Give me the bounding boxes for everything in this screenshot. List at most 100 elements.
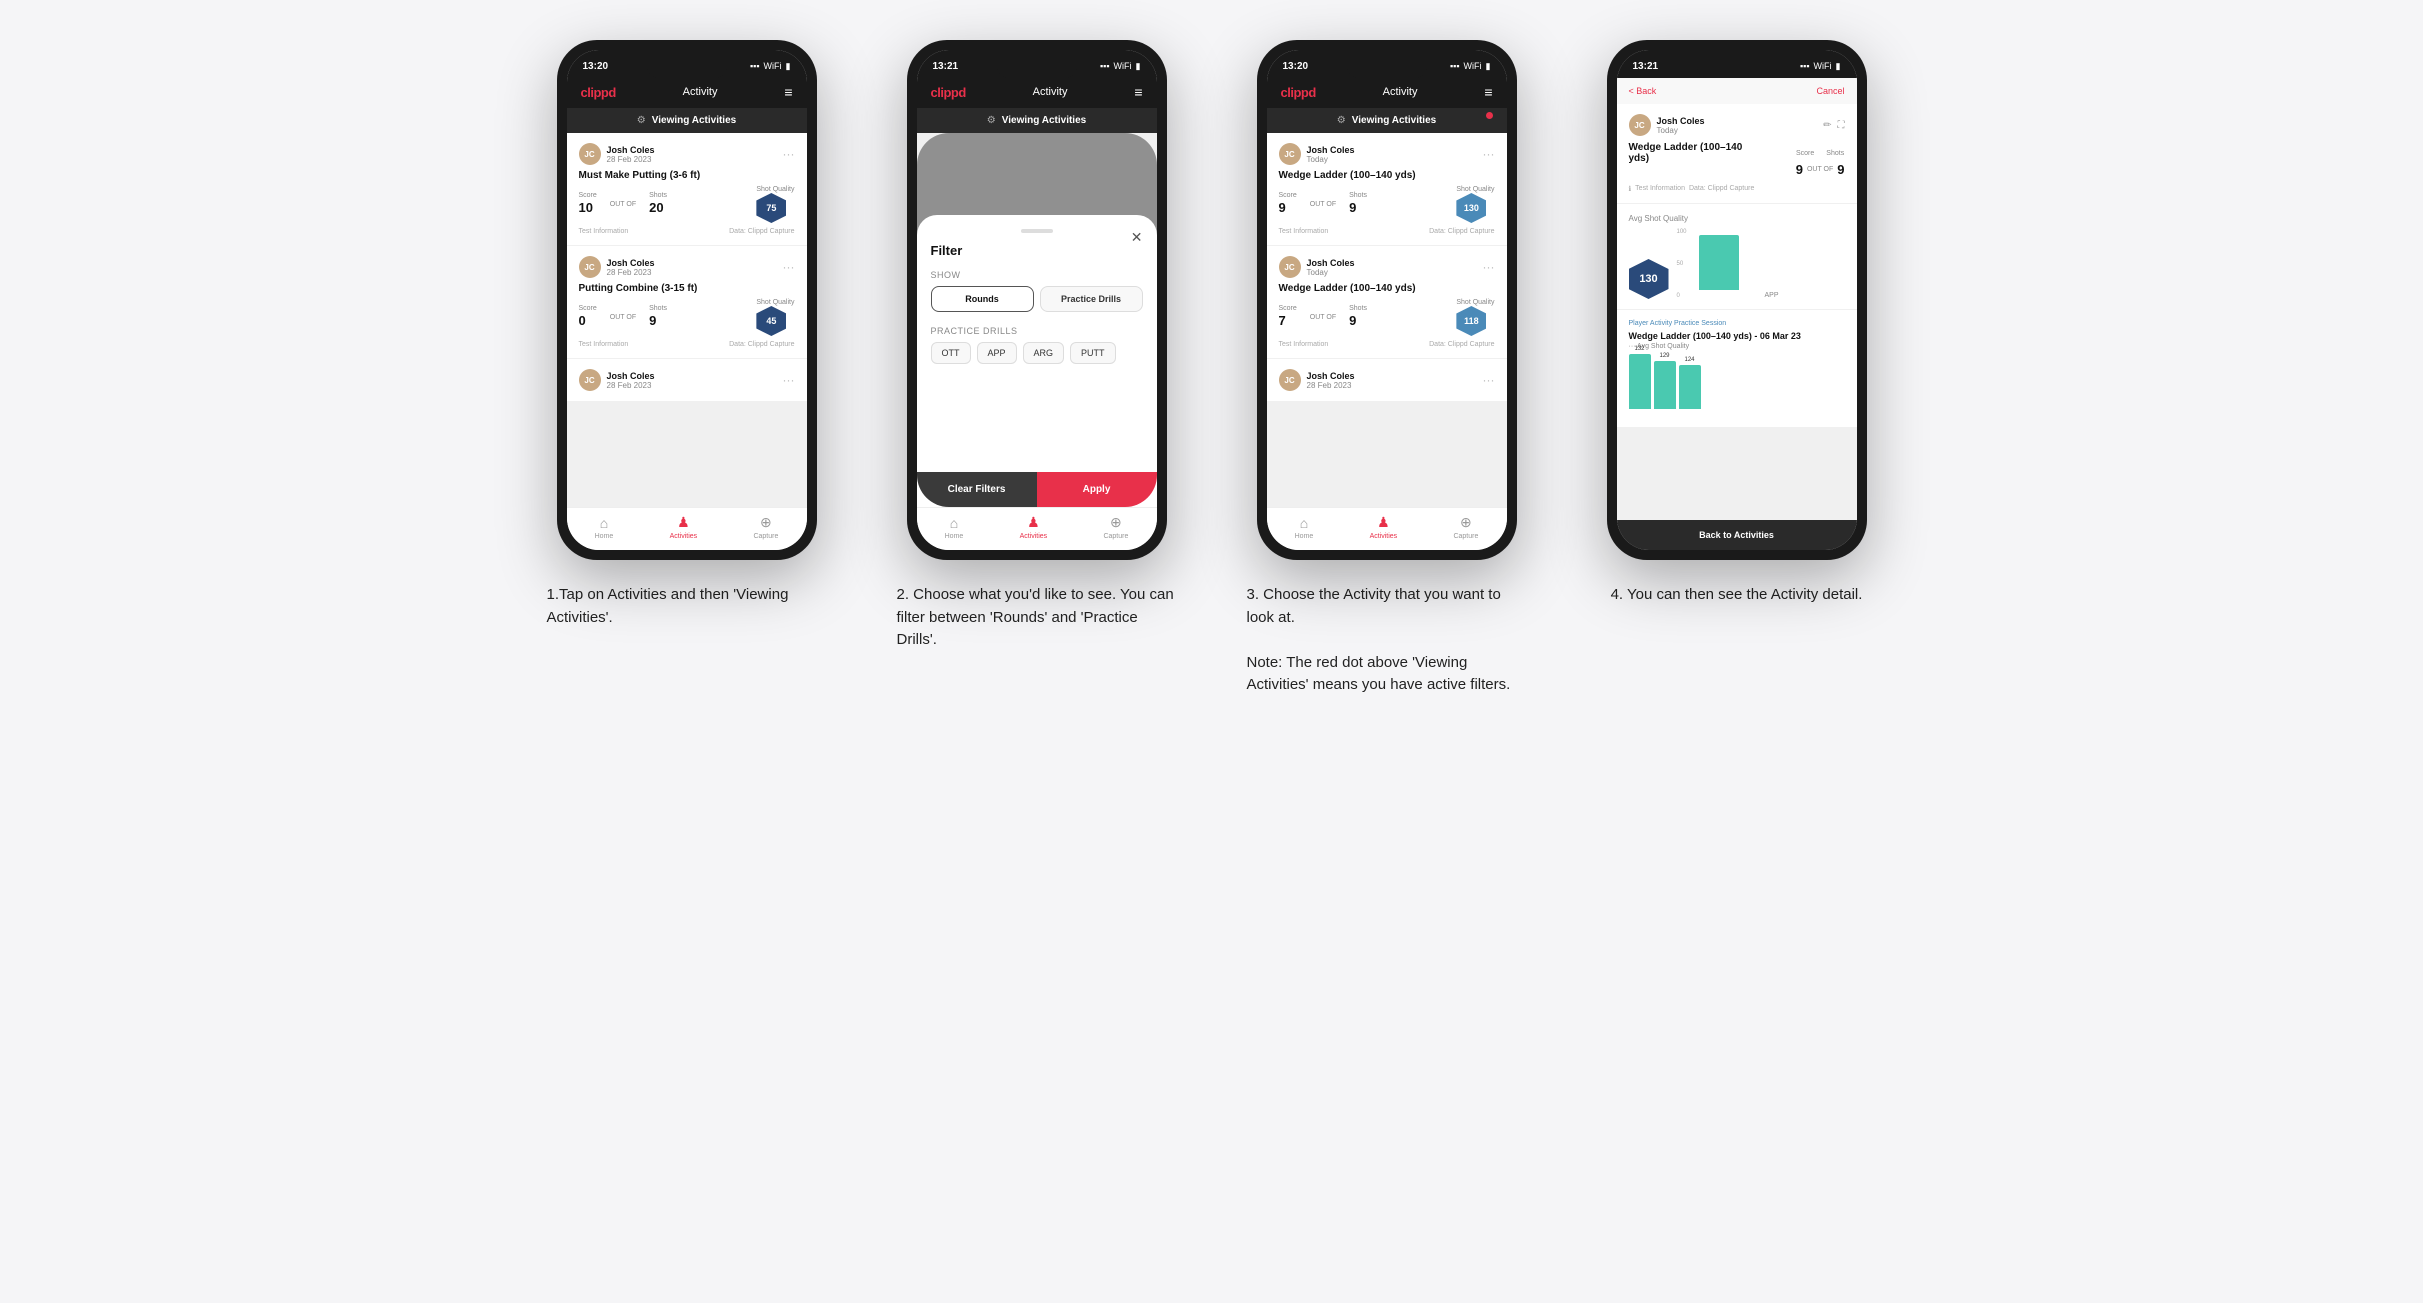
viewing-banner-2[interactable]: ⚙ Viewing Activities: [917, 108, 1157, 133]
nav-activities-2[interactable]: ♟ Activities: [1020, 514, 1048, 540]
viewing-banner-1[interactable]: ⚙ Viewing Activities: [567, 108, 807, 133]
bottom-nav-1: ⌂ Home ♟ Activities ⊕ Capture: [567, 507, 807, 550]
wifi-icon-1: WiFi: [764, 61, 782, 71]
bar-val-2: 129: [1659, 353, 1669, 359]
card-footer-3-1: Test Information Data: Clippd Capture: [1279, 228, 1495, 235]
menu-icon-3[interactable]: ≡: [1484, 84, 1492, 100]
app-title-3: Activity: [1383, 86, 1418, 98]
nav-capture-1[interactable]: ⊕ Capture: [753, 514, 778, 540]
card-dots-3-1[interactable]: ···: [1483, 147, 1495, 161]
activity-card-3-2[interactable]: JC Josh Coles Today ··· Wedge Ladder (10…: [1267, 246, 1507, 358]
expand-icon-4[interactable]: ⛶: [1838, 120, 1845, 131]
bar-3: 124: [1679, 357, 1701, 409]
avatar-3-3: JC: [1279, 369, 1301, 391]
activity-card-3-3[interactable]: JC Josh Coles 28 Feb 2023 ···: [1267, 359, 1507, 401]
back-to-activities-button[interactable]: Back to Activities: [1617, 520, 1857, 550]
menu-icon-1[interactable]: ≡: [784, 84, 792, 100]
nav-home-3[interactable]: ⌂ Home: [1295, 515, 1314, 540]
bar-val-1: 132: [1634, 346, 1644, 352]
back-button-4[interactable]: < Back: [1629, 86, 1657, 96]
user-date-1-3: 28 Feb 2023: [607, 381, 655, 390]
card-dots-3-3[interactable]: ···: [1483, 373, 1495, 387]
time-4: 13:21: [1633, 61, 1659, 72]
user-name-3-2: Josh Coles: [1307, 258, 1355, 268]
phone-3: 13:20 ▪▪▪ WiFi ▮ clippd Activity ≡ ⚙ Vie…: [1257, 40, 1517, 560]
score-label-3-1: Score: [1279, 192, 1297, 199]
detail-card-4-user: JC Josh Coles Today ✏ ⛶: [1617, 104, 1857, 203]
modal-handle: [1021, 229, 1053, 233]
nav-activities-1[interactable]: ♟ Activities: [670, 514, 698, 540]
detail-title-4: Wedge Ladder (100–140 yds) - 06 Mar 23: [1629, 331, 1845, 341]
avatar-4: JC: [1629, 114, 1651, 136]
footer-left-1-2: Test Information: [579, 341, 629, 348]
practice-session-text-4: Practice Session: [1674, 320, 1726, 327]
card-header-1-3: JC Josh Coles 28 Feb 2023 ···: [579, 369, 795, 391]
card-dots-3-2[interactable]: ···: [1483, 260, 1495, 274]
activity-card-1-2[interactable]: JC Josh Coles 28 Feb 2023 ··· Putting Co…: [567, 246, 807, 358]
apply-button[interactable]: Apply: [1037, 472, 1157, 507]
status-icons-2: ▪▪▪ WiFi ▮: [1100, 61, 1141, 72]
stats-row-3-1: Score 9 OUT OF Shots 9 Shot Quality 130: [1279, 186, 1495, 223]
filter-tabs: Rounds Practice Drills: [931, 286, 1143, 312]
shots-label-3-1: Shots: [1349, 192, 1367, 199]
activity-card-1-1[interactable]: JC Josh Coles 28 Feb 2023 ··· Must Make …: [567, 133, 807, 245]
clear-filters-button[interactable]: Clear Filters: [917, 472, 1037, 507]
footer-right-3-1: Data: Clippd Capture: [1429, 228, 1494, 235]
home-icon-1: ⌂: [600, 515, 608, 531]
phone-4: 13:21 ▪▪▪ WiFi ▮ < Back Cancel: [1607, 40, 1867, 560]
step-1-caption: 1.Tap on Activities and then 'Viewing Ac…: [547, 584, 827, 629]
chip-app[interactable]: APP: [977, 342, 1017, 364]
card-header-3-1: JC Josh Coles Today ···: [1279, 143, 1495, 165]
modal-close-icon[interactable]: ✕: [1131, 229, 1143, 246]
battery-icon-4: ▮: [1836, 61, 1841, 72]
app-logo-3: clippd: [1281, 85, 1316, 100]
phone-notch-3: [1347, 60, 1427, 78]
nav-home-2[interactable]: ⌂ Home: [945, 515, 964, 540]
detail-content-4: JC Josh Coles Today ✏ ⛶: [1617, 104, 1857, 520]
score-val-1-2: 0: [579, 313, 586, 328]
card-dots-1-2[interactable]: ···: [783, 260, 795, 274]
nav-capture-3[interactable]: ⊕ Capture: [1453, 514, 1478, 540]
home-label-2: Home: [945, 533, 964, 540]
bottom-nav-3: ⌂ Home ♟ Activities ⊕ Capture: [1267, 507, 1507, 550]
step-3-caption: 3. Choose the Activity that you want to …: [1247, 584, 1527, 697]
filter-tab-rounds[interactable]: Rounds: [931, 286, 1034, 312]
activity-card-1-3[interactable]: JC Josh Coles 28 Feb 2023 ···: [567, 359, 807, 401]
step-2-caption: 2. Choose what you'd like to see. You ca…: [897, 584, 1177, 652]
chip-putt[interactable]: PUTT: [1070, 342, 1116, 364]
time-1: 13:20: [583, 61, 609, 72]
nav-capture-2[interactable]: ⊕ Capture: [1103, 514, 1128, 540]
capture-label-2: Capture: [1103, 533, 1128, 540]
battery-icon-1: ▮: [786, 61, 791, 72]
detail-score-col-4: Score: [1796, 142, 1814, 160]
user-date-1-1: 28 Feb 2023: [607, 155, 655, 164]
activities-label-2: Activities: [1020, 533, 1048, 540]
menu-icon-2[interactable]: ≡: [1134, 84, 1142, 100]
card-dots-1-3[interactable]: ···: [783, 373, 795, 387]
activity-card-3-1[interactable]: JC Josh Coles Today ··· Wedge Ladder (10…: [1267, 133, 1507, 245]
filter-tab-drills[interactable]: Practice Drills: [1040, 286, 1143, 312]
app-logo-1: clippd: [581, 85, 616, 100]
nav-activities-3[interactable]: ♟ Activities: [1370, 514, 1398, 540]
card-dots-1-1[interactable]: ···: [783, 147, 795, 161]
filter-icon-2: ⚙: [987, 115, 996, 126]
status-icons-4: ▪▪▪ WiFi ▮: [1800, 61, 1841, 72]
avatar-1-1: JC: [579, 143, 601, 165]
edit-icon-4[interactable]: ✏: [1823, 120, 1831, 131]
wifi-icon-2: WiFi: [1114, 61, 1132, 71]
shots-val-1-2: 9: [649, 313, 656, 328]
stats-row-1-1: Score 10 OUT OF Shots 20 Shot Quality 75: [579, 186, 795, 223]
capture-icon-3: ⊕: [1460, 514, 1472, 531]
activity-title-1-1: Must Make Putting (3-6 ft): [579, 170, 795, 181]
cancel-button-4[interactable]: Cancel: [1816, 86, 1844, 96]
detail-user-4: JC Josh Coles Today: [1629, 114, 1705, 136]
avatar-1-2: JC: [579, 256, 601, 278]
card-footer-3-2: Test Information Data: Clippd Capture: [1279, 341, 1495, 348]
nav-home-1[interactable]: ⌂ Home: [595, 515, 614, 540]
score-label-1-2: Score: [579, 305, 597, 312]
phone-2: 13:21 ▪▪▪ WiFi ▮ clippd Activity ≡ ⚙ Vie…: [907, 40, 1167, 560]
player-activity-4: Player Activity Practice Session: [1629, 320, 1845, 327]
chip-ott[interactable]: OTT: [931, 342, 971, 364]
chip-arg[interactable]: ARG: [1023, 342, 1065, 364]
viewing-banner-3[interactable]: ⚙ Viewing Activities: [1267, 108, 1507, 133]
